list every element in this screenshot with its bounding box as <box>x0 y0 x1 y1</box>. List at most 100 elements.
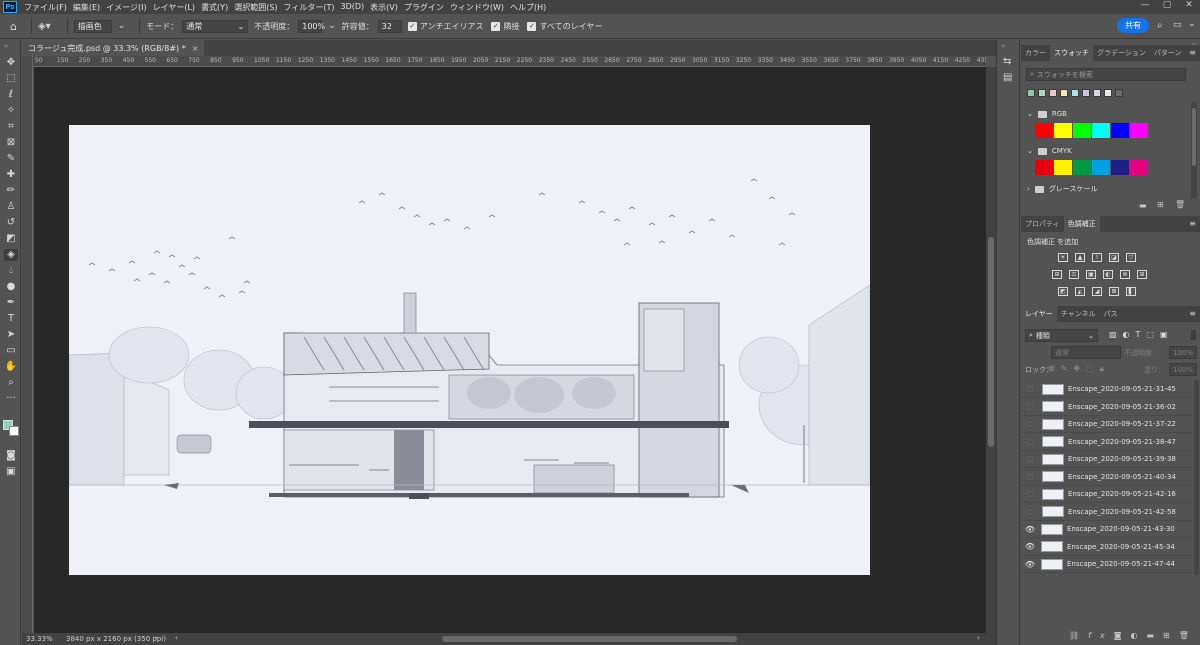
swatch-group-0[interactable]: ⌄ RGB <box>1027 110 1067 118</box>
menu-item-11[interactable]: ヘルプ(H) <box>507 2 549 13</box>
delete-swatch-icon[interactable]: 🗑︎ <box>1175 200 1185 209</box>
chevron-down-icon[interactable]: ⌄ <box>118 21 126 31</box>
layer-row[interactable]: 👁︎ Enscape_2020-09-05-21-47-44 <box>1021 556 1192 573</box>
panel-menu-icon[interactable]: ≡ <box>1189 48 1196 57</box>
workspace-icon[interactable]: ▭ <box>1173 20 1182 30</box>
menu-item-10[interactable]: ウィンドウ(W) <box>447 2 507 13</box>
path-selection-tool-icon[interactable]: ➤ <box>4 329 18 341</box>
layer-filter-icons[interactable]: ▨◐T⬚▣ <box>1109 330 1174 339</box>
history-panel-icon[interactable]: ⇆ <box>1003 56 1011 67</box>
tolerance-field[interactable]: 32 <box>377 19 402 33</box>
visibility-toggle[interactable] <box>1027 473 1033 480</box>
gradient-map-icon[interactable]: ▽ <box>1126 253 1136 262</box>
color-swatch[interactable] <box>1054 160 1072 175</box>
visibility-toggle[interactable] <box>1027 491 1033 497</box>
eye-icon[interactable]: 👁︎ <box>1023 560 1037 569</box>
recent-swatch[interactable] <box>1071 89 1079 97</box>
vertical-scrollbar[interactable] <box>986 67 996 633</box>
eraser-tool-icon[interactable]: ◩ <box>4 233 18 245</box>
tab-color[interactable]: カラー <box>1021 45 1050 61</box>
layer-row[interactable]: Enscape_2020-09-05-21-38-47 <box>1021 434 1192 451</box>
color-swatch[interactable] <box>1092 160 1110 175</box>
selective-color-icon[interactable]: ⊠ <box>1109 287 1119 296</box>
tab-properties[interactable]: プロパティ <box>1021 216 1064 232</box>
layer-opacity-field[interactable]: 100% <box>1169 346 1197 359</box>
layer-row[interactable]: Enscape_2020-09-05-21-42-16 <box>1021 486 1192 503</box>
lock-icons[interactable]: ⊠✎✥⬚🔒︎ <box>1048 364 1110 374</box>
layer-row[interactable]: Enscape_2020-09-05-21-36-02 <box>1021 399 1192 416</box>
chevron-down-icon[interactable]: ⌄ <box>1027 110 1033 118</box>
maximize-button[interactable]: ▢ <box>1156 0 1178 10</box>
healing-brush-tool-icon[interactable]: ✚ <box>4 169 18 181</box>
color-balance-icon[interactable]: ⚖ <box>1069 270 1079 279</box>
scroll-left-icon[interactable]: ‹ <box>175 634 178 642</box>
menu-item-2[interactable]: イメージ(I) <box>103 2 149 13</box>
gradient-fill-icon[interactable]: ▌ <box>1126 287 1136 296</box>
zoom-level[interactable]: 33.33% <box>26 635 53 643</box>
opacity-field[interactable]: 100% <box>298 19 325 33</box>
menu-item-7[interactable]: 3D(D) <box>338 2 368 13</box>
recent-swatch[interactable] <box>1049 89 1057 97</box>
comments-panel-icon[interactable]: ▤ <box>1003 72 1012 83</box>
marquee-tool-icon[interactable]: ⬚ <box>4 73 18 85</box>
recent-swatch[interactable] <box>1093 89 1101 97</box>
minimize-button[interactable]: — <box>1134 0 1156 10</box>
background-color-swatch[interactable] <box>9 426 19 436</box>
scroll-right-icon[interactable]: › <box>977 634 980 642</box>
swatch-group-2[interactable]: › グレースケール <box>1027 184 1097 194</box>
chevron-down-icon[interactable]: ⌄ <box>328 21 336 31</box>
color-swatch[interactable] <box>1092 123 1110 138</box>
color-swatch[interactable] <box>1111 123 1129 138</box>
menu-item-3[interactable]: レイヤー(L) <box>150 2 198 13</box>
magic-wand-tool-icon[interactable]: ✧ <box>4 105 18 117</box>
horizontal-scroll-thumb[interactable] <box>442 636 737 642</box>
clone-stamp-tool-icon[interactable]: ♙ <box>4 201 18 213</box>
menu-item-9[interactable]: プラグイン <box>401 2 447 13</box>
new-swatch-icon[interactable]: ⊞ <box>1157 200 1164 209</box>
tab-layers[interactable]: レイヤー <box>1021 306 1057 322</box>
exposure-icon[interactable]: ◪ <box>1109 253 1119 262</box>
curves-icon[interactable]: ⌇ <box>1092 253 1102 262</box>
layer-row[interactable]: Enscape_2020-09-05-21-37-22 <box>1021 416 1192 433</box>
recent-swatch[interactable] <box>1038 89 1046 97</box>
color-lookup-icon[interactable]: ⊞ <box>1137 270 1147 279</box>
crop-tool-icon[interactable]: ⌗ <box>4 121 18 133</box>
tab-swatches[interactable]: スウォッチ <box>1050 45 1093 61</box>
antialias-checkbox[interactable]: ✓ <box>407 21 417 31</box>
visibility-toggle[interactable] <box>1027 403 1033 410</box>
frame-tool-icon[interactable]: ⊠ <box>4 137 18 149</box>
quick-mask-icon[interactable]: ◙ <box>4 450 18 462</box>
all-layers-checkbox[interactable]: ✓ <box>527 21 537 31</box>
color-swatch[interactable] <box>1130 123 1148 138</box>
color-swatch[interactable] <box>1073 160 1091 175</box>
tab-channels[interactable]: チャンネル <box>1057 306 1100 322</box>
layer-filter-select[interactable]: ⌕ 種類 ⌄ <box>1025 329 1098 342</box>
color-swatch[interactable] <box>1035 160 1053 175</box>
layer-row[interactable]: Enscape_2020-09-05-21-40-34 <box>1021 469 1192 486</box>
type-tool-icon[interactable]: T <box>4 313 18 325</box>
fill-source-select[interactable]: 描画色 <box>73 19 112 33</box>
layer-actions[interactable]: ⛓fx◙◐▬⊞🗑︎ <box>1069 631 1198 640</box>
layer-row[interactable]: Enscape_2020-09-05-21-31-45 <box>1021 381 1192 398</box>
recent-swatch[interactable] <box>1027 89 1035 97</box>
brightness-icon[interactable]: ☀ <box>1058 253 1068 262</box>
brush-tool-icon[interactable]: ✏ <box>4 185 18 197</box>
home-icon[interactable]: ⌂ <box>10 20 17 33</box>
eye-icon[interactable]: 👁︎ <box>1023 542 1037 551</box>
black-white-icon[interactable]: ▣ <box>1086 270 1096 279</box>
mode-select[interactable]: 通常 ⌄ <box>182 19 249 33</box>
panel-menu-icon[interactable]: ≡ <box>1189 309 1196 318</box>
channel-mixer-icon[interactable]: ⊗ <box>1120 270 1130 279</box>
layer-row[interactable]: Enscape_2020-09-05-21-39-38 <box>1021 451 1192 468</box>
strip-expand-icon[interactable]: « <box>1001 42 1005 50</box>
recent-swatch[interactable] <box>1104 89 1112 97</box>
status-menu-icon[interactable]: › <box>155 634 158 642</box>
menu-item-6[interactable]: フィルター(T) <box>281 2 338 13</box>
zoom-tool-icon[interactable]: ⌕ <box>4 377 18 389</box>
paint-bucket-tool-icon[interactable]: ◈ <box>4 249 18 261</box>
posterize-icon[interactable]: ◭ <box>1075 287 1085 296</box>
visibility-toggle[interactable] <box>1027 438 1033 445</box>
share-button[interactable]: 共有 <box>1117 18 1149 33</box>
recent-swatch[interactable] <box>1060 89 1068 97</box>
fill-field[interactable]: 100% <box>1169 363 1197 376</box>
